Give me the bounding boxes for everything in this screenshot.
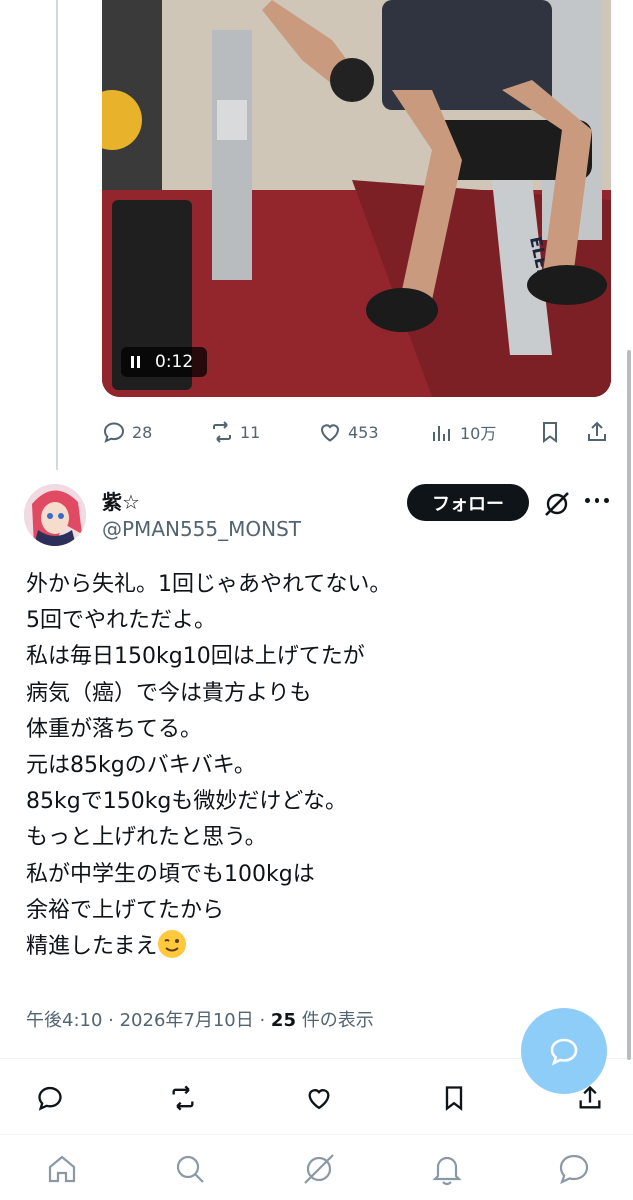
views-icon	[433, 426, 450, 441]
heart-icon	[320, 424, 340, 442]
grok-icon[interactable]	[543, 490, 571, 518]
post-line: もっと上げれたと思う。	[26, 825, 267, 851]
video-frame: ELEIKO	[102, 0, 611, 397]
post-line: 病気（癌）で今は貴方よりも	[26, 680, 312, 706]
post-timestamp: 午後4:10 · 2026年7月10日 ·	[26, 1010, 271, 1031]
post-line-text: 精進したまえ	[26, 933, 158, 959]
messages-icon	[559, 1154, 589, 1185]
pause-icon[interactable]	[131, 356, 143, 368]
share-icon	[579, 1085, 601, 1109]
reply-post-share-button[interactable]	[576, 1084, 604, 1112]
home-icon	[48, 1155, 76, 1183]
nav-home[interactable]	[44, 1151, 80, 1187]
reply-button[interactable]: 28	[102, 420, 152, 444]
author-handle[interactable]: @PMAN555_MONST	[102, 517, 301, 541]
repost-count: 11	[240, 422, 261, 442]
video-player[interactable]: ELEIKO	[102, 0, 611, 397]
like-count: 453	[348, 422, 379, 442]
heart-icon	[308, 1089, 330, 1110]
follow-button[interactable]: フォロー	[407, 484, 529, 521]
post-metadata: 午後4:10 · 2026年7月10日 · 25 件の表示	[26, 1006, 374, 1032]
nav-search[interactable]	[172, 1151, 208, 1187]
repost-icon	[172, 1085, 194, 1111]
reply-count: 28	[132, 422, 153, 442]
thread-connector-line	[56, 0, 58, 470]
post-view-suffix: 件の表示	[295, 1010, 374, 1031]
notifications-icon	[432, 1156, 462, 1186]
post-line: 余裕で上げてたから	[26, 897, 225, 923]
winking-face-emoji-icon	[157, 929, 187, 959]
compose-reply-icon	[550, 1038, 578, 1066]
post-line: 私が中学生の頃でも100kgは	[26, 861, 315, 887]
reply-post-like-button[interactable]	[304, 1084, 334, 1112]
author-name[interactable]: 紫☆	[102, 486, 140, 515]
post-line-last: 精進したまえ	[26, 929, 586, 965]
repost-button[interactable]: 11	[210, 420, 260, 444]
video-timestamp-badge: 0:12	[121, 347, 207, 377]
like-button[interactable]: 453	[318, 420, 379, 444]
bookmark-icon	[445, 1086, 463, 1111]
post-line: 85kgで150kgも微妙だけどな。	[26, 789, 347, 815]
bookmark-icon	[543, 422, 557, 443]
post-line: 元は85kgのバキバキ。	[26, 752, 256, 778]
avatar[interactable]	[24, 484, 86, 546]
post-line: 私は毎日150kg10回は上げてたが	[26, 644, 365, 670]
repost-icon	[213, 421, 231, 443]
more-icon[interactable]	[585, 498, 610, 508]
share-icon	[588, 421, 606, 441]
views-button[interactable]: 10万	[430, 420, 496, 444]
post-line: 5回でやれただよ。	[26, 608, 216, 634]
post-body: 外から失礼。1回じゃあやれてない。 5回でやれただよ。 私は毎日150kg10回…	[26, 567, 586, 965]
share-button[interactable]	[585, 420, 609, 444]
reply-post-bookmark-button[interactable]	[440, 1084, 468, 1112]
nav-notifications[interactable]	[429, 1151, 465, 1187]
reply-post-reply-button[interactable]	[36, 1084, 64, 1112]
reply-post-repost-button[interactable]	[168, 1084, 198, 1112]
bookmark-button[interactable]	[538, 420, 562, 444]
views-count: 10万	[460, 424, 497, 443]
avatar-image	[24, 484, 86, 546]
reply-icon	[38, 1086, 62, 1111]
compose-reply-button[interactable]	[521, 1008, 607, 1094]
post-view-count: 25	[270, 1010, 296, 1031]
video-timestamp: 0:12	[155, 352, 194, 372]
bottom-nav	[0, 1134, 633, 1200]
reply-icon	[103, 422, 125, 443]
post-line: 外から失礼。1回じゃあやれてない。	[26, 572, 392, 597]
search-icon	[176, 1155, 204, 1183]
grok-icon	[304, 1154, 334, 1184]
scrollbar[interactable]	[627, 350, 631, 1060]
nav-grok[interactable]	[301, 1151, 337, 1187]
nav-messages[interactable]	[556, 1151, 592, 1187]
post-line: 体重が落ちてる。	[26, 716, 203, 742]
